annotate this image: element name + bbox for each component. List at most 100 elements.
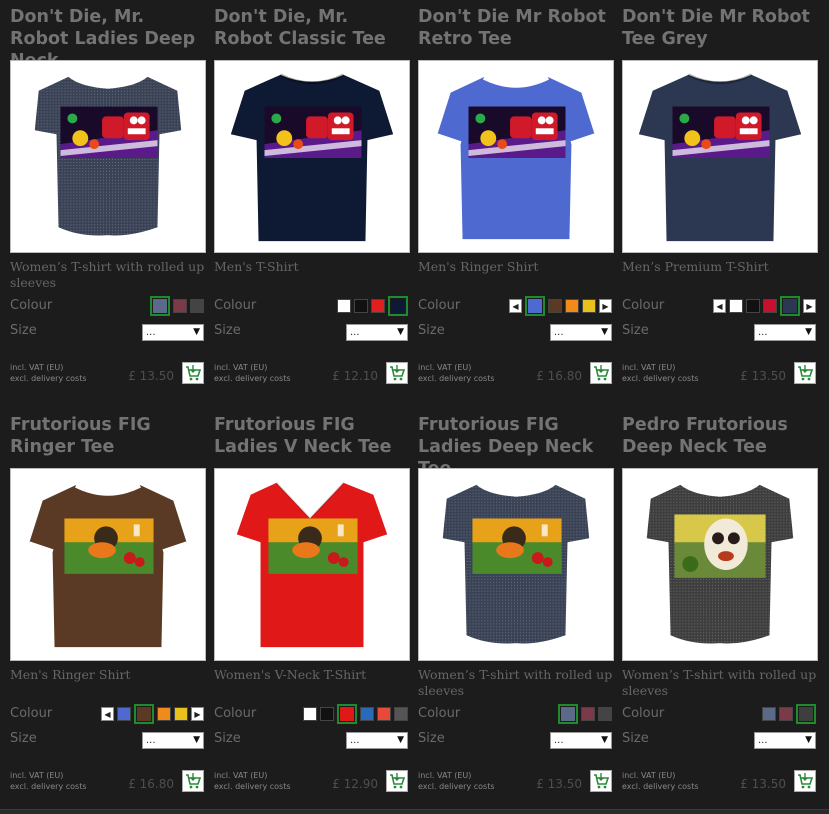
vat-info: incl. VAT (EU) excl. delivery costs: [214, 362, 291, 384]
colour-swatch-selected[interactable]: [134, 704, 154, 724]
colour-swatch[interactable]: [303, 707, 317, 721]
size-label: Size: [10, 323, 37, 338]
colour-swatch-selected[interactable]: [388, 296, 408, 316]
product-image[interactable]: [622, 468, 818, 661]
swatch-prev-arrow-icon[interactable]: ◀: [713, 299, 726, 313]
swatch-next-arrow-icon[interactable]: ▶: [599, 299, 612, 313]
size-select[interactable]: ... ▼: [754, 732, 816, 749]
product-price: £ 13.50: [128, 369, 174, 383]
colour-swatch[interactable]: [117, 707, 131, 721]
size-select[interactable]: ... ▼: [346, 324, 408, 341]
size-select[interactable]: ... ▼: [142, 324, 204, 341]
product-title[interactable]: Don't Die, Mr. Robot Classic Tee: [214, 6, 410, 50]
colour-swatches: [303, 704, 408, 724]
swatch-next-arrow-icon[interactable]: ▶: [803, 299, 816, 313]
colour-swatch[interactable]: [581, 707, 595, 721]
size-label: Size: [418, 731, 445, 746]
vat-info: incl. VAT (EU) excl. delivery costs: [214, 770, 291, 792]
product-title[interactable]: Don't Die Mr Robot Retro Tee: [418, 6, 614, 50]
product-title[interactable]: Frutorious FIG Ladies V Neck Tee: [214, 414, 410, 458]
add-to-cart-button[interactable]: [794, 770, 816, 792]
product-type: Men's Ringer Shirt: [418, 259, 539, 274]
product-title[interactable]: Frutorious FIG Ringer Tee: [10, 414, 206, 458]
product-grid: Don't Die, Mr. Robot Ladies Deep Neck: [0, 0, 829, 814]
colour-swatch[interactable]: [762, 707, 776, 721]
size-select-value: ...: [554, 735, 564, 746]
colour-swatch[interactable]: [174, 707, 188, 721]
colour-swatch[interactable]: [548, 299, 562, 313]
product-type: Men’s Premium T-Shirt: [622, 259, 769, 274]
shopping-cart-icon: [387, 363, 407, 383]
colour-swatch[interactable]: [320, 707, 334, 721]
swatch-prev-arrow-icon[interactable]: ◀: [101, 707, 114, 721]
colour-swatch[interactable]: [190, 299, 204, 313]
add-to-cart-button[interactable]: [794, 362, 816, 384]
colour-swatch[interactable]: [371, 299, 385, 313]
size-label: Size: [622, 323, 649, 338]
size-select[interactable]: ... ▼: [550, 324, 612, 341]
product-image[interactable]: [622, 60, 818, 253]
product-image[interactable]: [418, 468, 614, 661]
add-to-cart-button[interactable]: [386, 362, 408, 384]
colour-swatch[interactable]: [337, 299, 351, 313]
colour-label: Colour: [10, 706, 53, 721]
product-image[interactable]: [10, 468, 206, 661]
size-label: Size: [214, 323, 241, 338]
colour-swatch[interactable]: [394, 707, 408, 721]
size-select[interactable]: ... ▼: [346, 732, 408, 749]
product-title[interactable]: Don't Die Mr Robot Tee Grey: [622, 6, 818, 50]
add-to-cart-button[interactable]: [182, 362, 204, 384]
vat-info: incl. VAT (EU) excl. delivery costs: [10, 362, 87, 384]
size-select-value: ...: [350, 327, 360, 338]
colour-swatches: ◀ ▶: [101, 704, 204, 724]
colour-swatch[interactable]: [360, 707, 374, 721]
product-image[interactable]: [418, 60, 614, 253]
colour-swatch[interactable]: [565, 299, 579, 313]
add-to-cart-button[interactable]: [182, 770, 204, 792]
size-select[interactable]: ... ▼: [550, 732, 612, 749]
colour-swatch-selected[interactable]: [337, 704, 357, 724]
vat-line: incl. VAT (EU): [622, 771, 676, 780]
size-select-value: ...: [758, 735, 768, 746]
delivery-line: excl. delivery costs: [10, 782, 87, 791]
size-select[interactable]: ... ▼: [754, 324, 816, 341]
add-to-cart-button[interactable]: [590, 770, 612, 792]
product-image[interactable]: [214, 468, 410, 661]
swatch-prev-arrow-icon[interactable]: ◀: [509, 299, 522, 313]
colour-swatch[interactable]: [354, 299, 368, 313]
product-image[interactable]: [10, 60, 206, 253]
add-to-cart-button[interactable]: [590, 362, 612, 384]
colour-swatch[interactable]: [779, 707, 793, 721]
add-to-cart-button[interactable]: [386, 770, 408, 792]
swatch-next-arrow-icon[interactable]: ▶: [191, 707, 204, 721]
size-select[interactable]: ... ▼: [142, 732, 204, 749]
colour-swatch-selected[interactable]: [780, 296, 800, 316]
size-select-value: ...: [146, 735, 156, 746]
vat-info: incl. VAT (EU) excl. delivery costs: [622, 770, 699, 792]
product-price: £ 13.50: [740, 777, 786, 791]
colour-swatch-selected[interactable]: [558, 704, 578, 724]
colour-swatch[interactable]: [173, 299, 187, 313]
product-price: £ 13.50: [740, 369, 786, 383]
colour-swatch-selected[interactable]: [525, 296, 545, 316]
delivery-line: excl. delivery costs: [622, 782, 699, 791]
colour-swatch[interactable]: [598, 707, 612, 721]
colour-swatch-selected[interactable]: [796, 704, 816, 724]
colour-swatch-selected[interactable]: [150, 296, 170, 316]
colour-swatch[interactable]: [582, 299, 596, 313]
colour-swatch[interactable]: [729, 299, 743, 313]
colour-swatch[interactable]: [746, 299, 760, 313]
colour-swatch[interactable]: [763, 299, 777, 313]
size-select-value: ...: [350, 735, 360, 746]
chevron-down-icon: ▼: [805, 735, 812, 745]
product-image[interactable]: [214, 60, 410, 253]
product-title[interactable]: Pedro Frutorious Deep Neck Tee: [622, 414, 818, 458]
colour-swatch[interactable]: [157, 707, 171, 721]
product-card: Don't Die Mr Robot Retro Tee Men's Ringe…: [408, 0, 614, 408]
vat-info: incl. VAT (EU) excl. delivery costs: [622, 362, 699, 384]
vat-info: incl. VAT (EU) excl. delivery costs: [418, 362, 495, 384]
product-type: Men's T-Shirt: [214, 259, 299, 274]
vat-line: incl. VAT (EU): [214, 771, 268, 780]
colour-swatch[interactable]: [377, 707, 391, 721]
product-price: £ 16.80: [536, 369, 582, 383]
